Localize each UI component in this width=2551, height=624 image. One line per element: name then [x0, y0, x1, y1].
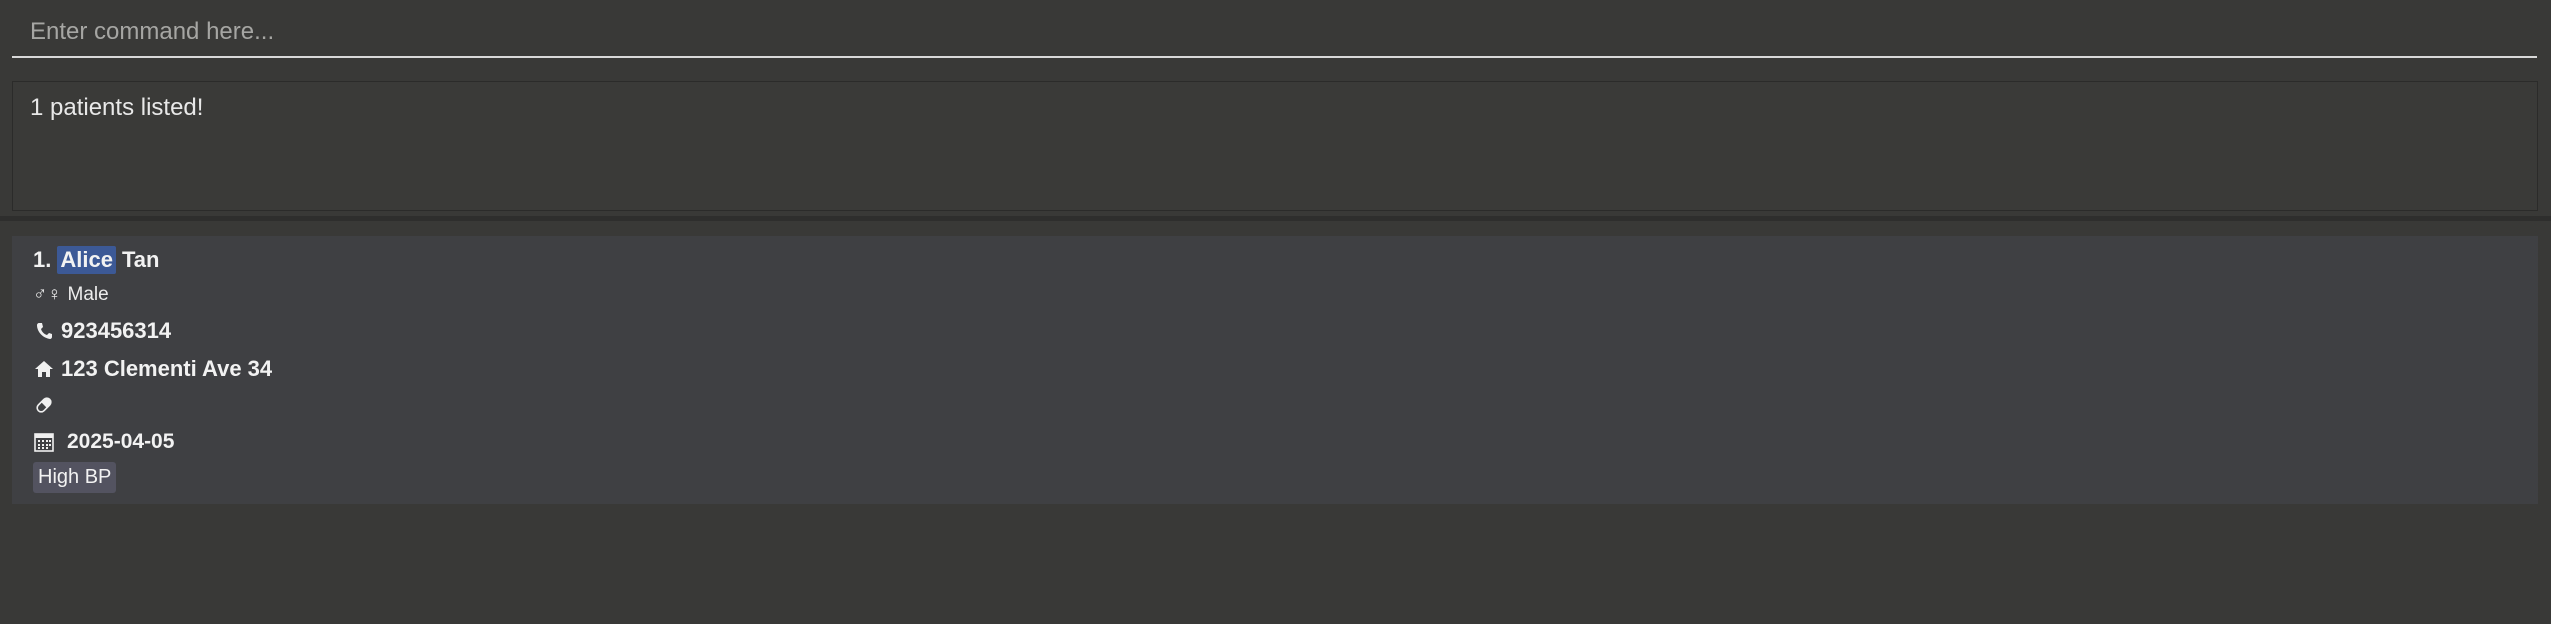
patient-first-name: Alice [57, 246, 116, 274]
tag-badge: High BP [33, 462, 117, 493]
patient-address: 123 Clementi Ave 34 [61, 356, 273, 381]
patient-phone: 923456314 [61, 318, 172, 343]
gender-icon: ♂♀ [33, 284, 62, 305]
home-icon [33, 358, 55, 380]
patient-last-name: Tan [121, 247, 160, 272]
patient-name-row: 1. Alice Tan [33, 246, 159, 274]
command-input[interactable] [12, 8, 2537, 56]
patient-gender: Male [67, 284, 109, 305]
divider [0, 216, 2551, 221]
patient-gender-row: ♂♀ Male [33, 284, 109, 306]
patient-address-row: 123 Clementi Ave 34 [33, 356, 272, 382]
patient-date-row: 2025-04-05 [33, 430, 174, 454]
patient-index: 1. [33, 247, 52, 272]
result-message: 1 patients listed! [30, 94, 204, 121]
pill-icon [33, 394, 55, 416]
phone-icon [33, 320, 55, 342]
result-display: 1 patients listed! [12, 81, 2538, 211]
patient-tags: High BP [33, 462, 117, 493]
patient-phone-row: 923456314 [33, 318, 171, 344]
patient-medication-row [33, 394, 61, 416]
patient-list: 1. Alice Tan ♂♀ Male 923456314 123 Cleme… [12, 236, 2538, 504]
patient-card[interactable]: 1. Alice Tan ♂♀ Male 923456314 123 Cleme… [12, 236, 2538, 504]
patient-date: 2025-04-05 [67, 430, 175, 453]
calendar-icon [33, 431, 55, 453]
command-bar [12, 8, 2537, 58]
